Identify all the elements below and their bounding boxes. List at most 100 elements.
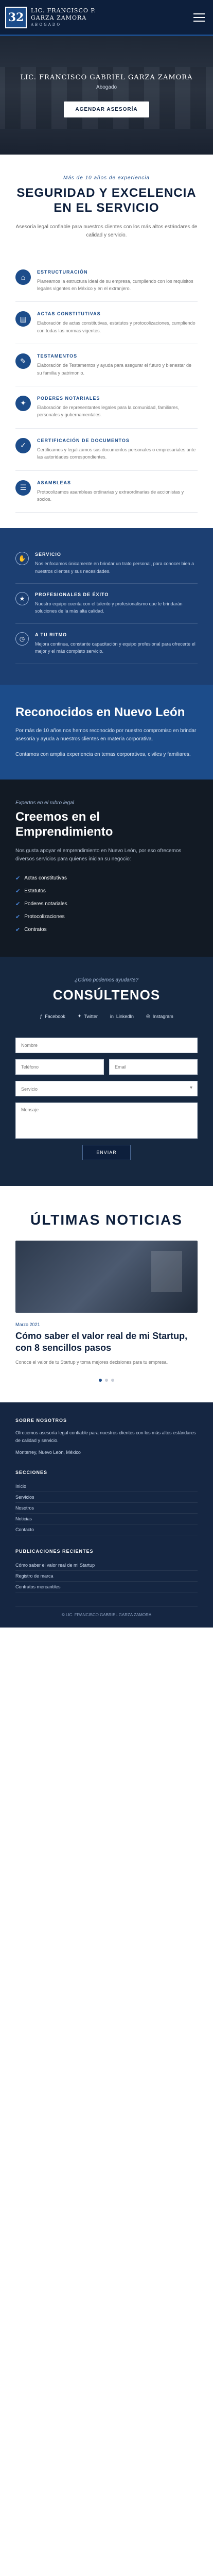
- features-section: ✋ SERVICIO Nos enfocamos únicamente en br…: [0, 528, 213, 685]
- footer-link[interactable]: Servicios: [15, 1492, 198, 1503]
- footer-recent: PUBLICACIONES RECIENTES Cómo saber el va…: [15, 1549, 198, 1593]
- entrepreneurship-title: Creemos en el Emprendimiento: [15, 810, 113, 839]
- feature-title: SERVICIO: [35, 552, 61, 557]
- list-item-label: Poderes notariales: [24, 901, 67, 907]
- feature-item: ✋ SERVICIO Nos enfocamos únicamente en br…: [15, 544, 198, 584]
- phone-field[interactable]: [15, 1059, 104, 1075]
- schedule-consult-button[interactable]: AGENDAR ASESORÍA: [64, 101, 149, 117]
- hero-subtitle: Abogado: [96, 84, 117, 90]
- social-linkedin[interactable]: in LinkedIn: [110, 1013, 134, 1019]
- send-button[interactable]: ENVIAR: [82, 1145, 131, 1161]
- footer-link[interactable]: Inicio: [15, 1481, 198, 1493]
- stamp-icon: ✦: [15, 395, 31, 411]
- service-item: ▤ ACTAS CONSTITUTIVAS Elaboración de acta…: [15, 302, 198, 345]
- service-text: Protocolizamos asambleas ordinarias y ex…: [37, 489, 184, 502]
- contact-kicker: ¿Cómo podemos ayudarte?: [75, 977, 138, 984]
- social-links: ƒ Facebook ✦ Twitter in LinkedIn ◎ Instagram: [15, 1013, 198, 1019]
- recognized-title: Reconocidos en Nuevo León: [15, 705, 185, 719]
- logo-text[interactable]: LIC. FRANCISCO P. GARZA ZAMORA ABOGADO: [31, 7, 96, 27]
- service-text: Certificamos y legalizamos sus documento…: [37, 447, 196, 460]
- footer-about-title: SOBRE NOSOTROS: [15, 1417, 67, 1423]
- service-select-wrap: Servicio ▾: [15, 1081, 198, 1097]
- footer-recent-link[interactable]: Registro de marca: [15, 1571, 198, 1582]
- name-field[interactable]: [15, 1038, 198, 1054]
- service-title: TESTAMENTOS: [37, 353, 78, 359]
- twitter-icon: ✦: [77, 1013, 82, 1019]
- linkedin-icon: in: [110, 1013, 114, 1019]
- feature-text: Nuestro equipo cuenta con el talento y p…: [35, 601, 183, 614]
- field-row: [15, 1059, 198, 1081]
- page: 32 LIC. FRANCISCO P. GARZA ZAMORA ABOGAD…: [0, 0, 213, 1628]
- carousel-dot[interactable]: [111, 1378, 114, 1382]
- recognized-text-1: Por más de 10 años nos hemos reconocido …: [15, 728, 197, 742]
- social-twitter[interactable]: ✦ Twitter: [78, 1013, 98, 1019]
- service-item: ✓ CERTIFICACIÓN DE DOCUMENTOS Certificamo…: [15, 429, 198, 471]
- check-icon: ✔: [15, 888, 21, 895]
- check-icon: ✔: [15, 927, 21, 934]
- services-list: ⌂ ESTRUCTURACIÓN Planeamos la estructura …: [0, 255, 213, 529]
- news-headline[interactable]: Cómo saber el valor real de mi Startup, …: [15, 1330, 198, 1353]
- feature-title: A TU RITMO: [35, 632, 67, 637]
- star-icon: ★: [15, 592, 29, 606]
- news-excerpt: Conoce el valor de tu Startup y toma mej…: [15, 1360, 168, 1365]
- footer-about: SOBRE NOSOTROS Ofrecemos asesoría legal …: [15, 1418, 198, 1457]
- news-image[interactable]: [15, 1241, 198, 1313]
- list-item: ✔ Protocolizaciones: [15, 910, 198, 923]
- logo-name-line1: LIC. FRANCISCO P.: [31, 7, 97, 14]
- social-facebook[interactable]: ƒ Facebook: [40, 1013, 65, 1019]
- service-item: ✎ TESTAMENTOS Elaboración de Testamentos …: [15, 344, 198, 386]
- footer-recent-link[interactable]: Cómo saber el valor real de mi Startup: [15, 1560, 198, 1571]
- intro-section: Más de 10 años de experiencia SEGURIDAD …: [0, 155, 213, 255]
- handshake-icon: ✋: [15, 552, 29, 566]
- facebook-icon: ƒ: [40, 1013, 43, 1019]
- list-item: ✔ Contratos: [15, 923, 198, 936]
- logo-name-line2: GARZA ZAMORA: [31, 14, 87, 22]
- footer-link[interactable]: Contacto: [15, 1524, 198, 1536]
- contact-title: CONSÚLTENOS: [52, 987, 161, 1003]
- service-select[interactable]: Servicio: [15, 1081, 198, 1097]
- news-section: ÚLTIMAS NOTICIAS Marzo 2021 Cómo saber e…: [0, 1186, 213, 1402]
- service-select-label: Servicio: [21, 1087, 38, 1092]
- instagram-icon: ◎: [146, 1013, 150, 1019]
- logo-mark[interactable]: 32: [5, 6, 27, 28]
- footer-recent-title: PUBLICACIONES RECIENTES: [15, 1549, 94, 1554]
- message-field[interactable]: [15, 1103, 198, 1139]
- carousel-dot[interactable]: [99, 1378, 102, 1382]
- footer-link[interactable]: Nosotros: [15, 1503, 198, 1514]
- recognized-text-2: Contamos con amplia experiencia en temas…: [15, 752, 191, 758]
- check-icon: ✔: [15, 875, 21, 882]
- feature-text: Mejora continua, constante capacitación …: [35, 641, 196, 654]
- footer-address: Monterrey, Nuevo León, México: [15, 1450, 81, 1455]
- social-label: Facebook: [45, 1013, 65, 1019]
- social-instagram[interactable]: ◎ Instagram: [146, 1013, 173, 1019]
- intro-kicker: Más de 10 años de experiencia: [63, 175, 150, 181]
- site-header: 32 LIC. FRANCISCO P. GARZA ZAMORA ABOGAD…: [0, 0, 213, 36]
- social-label: Twitter: [84, 1013, 98, 1019]
- logo-name-line3: ABOGADO: [31, 22, 62, 27]
- menu-icon[interactable]: [190, 9, 208, 26]
- footer-recent-link[interactable]: Contratos mercantiles: [15, 1582, 198, 1593]
- scroll-icon: ✎: [15, 353, 31, 369]
- intro-title: SEGURIDAD Y EXCELENCIA EN EL SERVICIO: [16, 186, 197, 215]
- list-item-label: Estatutos: [24, 888, 46, 894]
- footer-link[interactable]: Noticias: [15, 1514, 198, 1525]
- entrepreneurship-list: ✔ Actas constitutivas ✔ Estatutos ✔ Poderes…: [15, 872, 198, 936]
- service-title: PODERES NOTARIALES: [37, 395, 100, 401]
- list-item-label: Actas constitutivas: [24, 875, 67, 882]
- email-field[interactable]: [109, 1059, 198, 1075]
- hero: LIC. FRANCISCO GABRIEL GARZA ZAMORA Abog…: [0, 36, 213, 155]
- recognized-section: Reconocidos en Nuevo León Por más de 10 …: [0, 684, 213, 780]
- service-title: CERTIFICACIÓN DE DOCUMENTOS: [37, 437, 130, 443]
- news-card[interactable]: Marzo 2021 Cómo saber el valor real de m…: [15, 1322, 198, 1366]
- service-text: Planeamos la estructura ideal de su empr…: [37, 278, 193, 291]
- check-icon: ✔: [15, 901, 21, 908]
- feature-title: PROFESIONALES DE ÉXITO: [35, 592, 109, 598]
- list-item-label: Protocolizaciones: [24, 914, 65, 920]
- chevron-down-icon: ▾: [189, 1085, 192, 1091]
- check-icon: ✔: [15, 914, 21, 921]
- document-icon: ▤: [15, 311, 31, 327]
- entrepreneurship-section: Expertos en el rubro legal Creemos en el…: [0, 779, 213, 957]
- entrepreneurship-text: Nos gusta apoyar el emprendimiento en Nu…: [15, 848, 182, 862]
- carousel-dot[interactable]: [105, 1378, 108, 1382]
- site-footer: SOBRE NOSOTROS Ofrecemos asesoría legal …: [0, 1402, 213, 1628]
